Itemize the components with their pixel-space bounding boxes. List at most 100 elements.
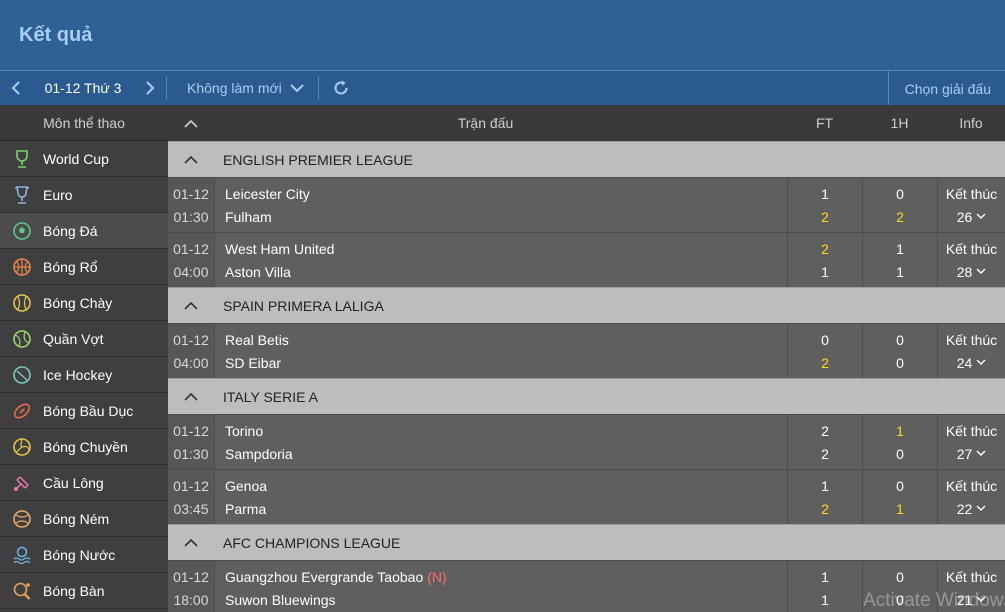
1h-score: 02 (862, 178, 937, 232)
table-header: Trận đấu FT 1H Info (168, 105, 1005, 141)
1h-away-score: 1 (896, 500, 904, 517)
page-header: Kết quả (0, 0, 1005, 70)
ft-home-score: 2 (821, 240, 829, 257)
sidebar-item-ice-hockey[interactable]: Ice Hockey (0, 357, 168, 393)
match-date: 01-12 (173, 331, 209, 348)
sidebar-item-bong-chay[interactable]: Bóng Chày (0, 285, 168, 321)
sidebar-item-label: Bóng Chuyền (43, 438, 128, 455)
chevron-down-icon (290, 84, 304, 93)
sidebar-item-label: Ice Hockey (43, 366, 113, 383)
1h-away-score: 2 (896, 208, 904, 225)
match-datetime: 01-12 04:00 (168, 233, 214, 287)
1h-home-score: 0 (896, 185, 904, 202)
ft-score: 12 (787, 470, 862, 524)
match-details-toggle[interactable]: 26 (957, 209, 987, 225)
choose-league-button[interactable]: Chọn giải đấu (887, 71, 1005, 106)
match-details-toggle[interactable]: 24 (957, 355, 987, 371)
1h-home-score: 0 (896, 568, 904, 585)
home-team: Guangzhou Evergrande Taobao (N) (225, 569, 787, 585)
details-count: 21 (956, 591, 973, 608)
league-name: ENGLISH PREMIER LEAGUE (223, 151, 413, 168)
sidebar-item-world-cup[interactable]: World Cup (0, 141, 168, 177)
details-count: 28 (956, 263, 973, 280)
collapse-league-button[interactable] (168, 392, 214, 401)
collapse-league-button[interactable] (168, 538, 214, 547)
match-datetime: 01-12 03:45 (168, 470, 214, 524)
league-header[interactable]: SPAIN PRIMERA LALIGA (168, 287, 1005, 323)
refresh-mode-label: Không làm mới (187, 80, 282, 96)
ft-away-score: 2 (821, 445, 829, 462)
collapse-league-button[interactable] (168, 301, 214, 310)
sidebar-item-bong-nem[interactable]: Bóng Ném (0, 501, 168, 537)
sidebar-item-cau-long[interactable]: Cầu Lông (0, 465, 168, 501)
1h-score: 11 (862, 233, 937, 287)
chevron-up-icon (184, 301, 198, 310)
prev-day-button[interactable] (0, 71, 32, 106)
home-team-name: Genoa (225, 477, 268, 494)
sidebar-item-bong-nuoc[interactable]: Bóng Nước (0, 537, 168, 573)
details-count: 24 (956, 354, 973, 371)
league-header[interactable]: ENGLISH PREMIER LEAGUE (168, 141, 1005, 177)
chevron-down-icon (976, 359, 986, 365)
chevron-up-icon (184, 392, 198, 401)
1h-away-score: 0 (896, 591, 904, 608)
sidebar-item-label: Bóng Đá (43, 222, 98, 239)
match-date: 01-12 (173, 422, 209, 439)
match-time: 01:30 (173, 208, 209, 225)
chevron-down-icon (976, 450, 986, 456)
match-details-toggle[interactable]: 28 (957, 264, 987, 280)
chevron-up-icon (184, 155, 198, 164)
ft-home-score: 0 (821, 331, 829, 348)
sidebar-item-label: World Cup (43, 150, 109, 167)
collapse-all-button[interactable] (168, 119, 214, 128)
league-header[interactable]: ITALY SERIE A (168, 378, 1005, 414)
sidebar-item-bong-ban[interactable]: Bóng Bàn (0, 573, 168, 609)
chevron-down-icon (976, 505, 986, 511)
match-status: Kết thúc (945, 240, 998, 257)
home-team-name: Leicester City (225, 185, 310, 202)
league-header[interactable]: AFC CHAMPIONS LEAGUE (168, 524, 1005, 560)
basketball-icon (12, 257, 32, 277)
volleyball-icon (12, 437, 32, 457)
away-team: Aston Villa (225, 263, 291, 280)
match-status: Kết thúc (945, 185, 998, 202)
match-details-toggle[interactable]: 22 (957, 501, 987, 517)
column-header-ft: FT (815, 115, 834, 131)
sidebar-item-label: Bóng Nước (43, 546, 116, 563)
cup-icon (12, 185, 32, 205)
sidebar-item-quan-vot[interactable]: Quần Vợt (0, 321, 168, 357)
home-team: Torino (225, 423, 787, 439)
match-status: Kết thúc (945, 331, 998, 348)
shuttlecock-icon (12, 473, 32, 493)
match-teams: Genoa Parma (214, 470, 787, 524)
home-team: Leicester City (225, 186, 787, 202)
sidebar-item-bong-da[interactable]: Bóng Đá (0, 213, 168, 249)
home-team-name: Guangzhou Evergrande Taobao (225, 568, 424, 585)
collapse-league-button[interactable] (168, 155, 214, 164)
1h-home-score: 1 (896, 240, 904, 257)
match-row: 01-12 04:00 Real Betis SD Eibar 0 2 0 0 Kết thúc… (168, 323, 1005, 378)
match-details-toggle[interactable]: 21 (957, 592, 987, 608)
ft-home-score: 2 (821, 422, 829, 439)
sidebar-item-bong-ro[interactable]: Bóng Rổ (0, 249, 168, 285)
match-time: 18:00 (173, 591, 209, 608)
match-row: 01-12 18:00 Guangzhou Evergrande Taobao (N)… (168, 560, 1005, 612)
match-info: Kết thúc 26 (937, 178, 1005, 232)
next-day-button[interactable] (134, 71, 166, 106)
results-table: Trận đấu FT 1H Info ENGLISH PREMIER LEAG… (168, 105, 1005, 612)
details-count: 22 (956, 500, 973, 517)
sidebar-item-bong-chuyen[interactable]: Bóng Chuyền (0, 429, 168, 465)
refresh-mode-dropdown[interactable]: Không làm mới (167, 80, 318, 96)
1h-away-score: 0 (896, 354, 904, 371)
chevron-right-icon (146, 81, 155, 95)
sidebar-item-euro[interactable]: Euro (0, 177, 168, 213)
match-details-toggle[interactable]: 27 (957, 446, 987, 462)
reload-button[interactable] (319, 71, 363, 106)
sidebar-item-label: Bóng Rổ (43, 258, 98, 275)
sidebar-item-bong-bau-duc[interactable]: Bóng Bầu Dục (0, 393, 168, 429)
match-status: Kết thúc (945, 568, 998, 585)
league-name: ITALY SERIE A (223, 388, 318, 405)
column-header-info: Info (959, 115, 983, 131)
ft-score: 22 (787, 415, 862, 469)
match-date: 01-12 (173, 185, 209, 202)
